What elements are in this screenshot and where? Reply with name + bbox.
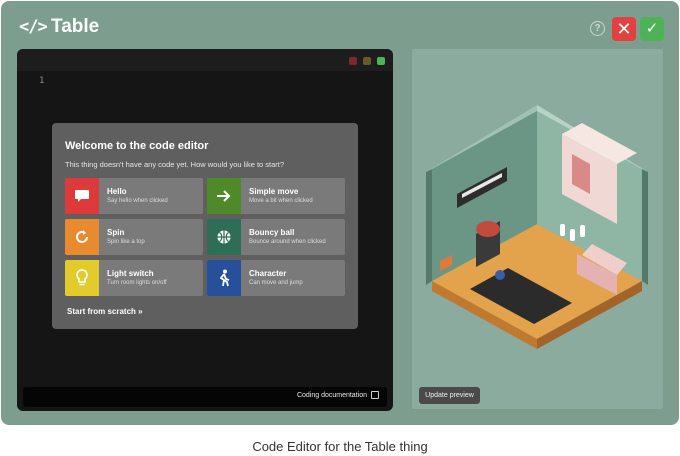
card-subtitle: Can move and jump [249,280,303,286]
lightbulb-icon [65,260,99,296]
toolbar-dot-red[interactable] [349,57,357,65]
template-card-bouncy-ball[interactable]: Bouncy ball Bounce around when clicked [207,219,345,255]
card-title: Bouncy ball [249,228,295,237]
card-subtitle: Turn room lights on/off [107,280,167,286]
editor-window: </> Table ? ✕ ✓ 1 Coding documentation W… [1,1,679,425]
basketball-icon [207,219,241,255]
line-number: 1 [39,76,45,86]
template-card-hello[interactable]: Hello Say hello when clicked [65,178,203,214]
speech-bubble-icon [65,178,99,214]
card-subtitle: Say hello when clicked [107,198,168,204]
template-card-light-switch[interactable]: Light switch Turn room lights on/off [65,260,203,296]
room-preview-image [426,105,648,349]
welcome-dialog: Welcome to the code editor This thing do… [52,123,358,329]
card-title: Simple move [249,187,299,196]
arrow-right-icon [207,178,241,214]
rotate-icon [65,219,99,255]
code-icon: </> [19,17,48,37]
card-title: Spin [107,228,125,237]
card-subtitle: Bounce around when clicked [249,239,326,245]
card-subtitle: Move a bit when clicked [249,198,313,204]
template-card-character[interactable]: Character Can move and jump [207,260,345,296]
card-title: Light switch [107,269,154,278]
editor-footer: Coding documentation [23,387,387,407]
card-subtitle: Spin like a top [107,239,145,245]
template-card-simple-move[interactable]: Simple move Move a bit when clicked [207,178,345,214]
template-card-spin[interactable]: Spin Spin like a top [65,219,203,255]
help-icon[interactable]: ? [590,21,605,36]
preview-panel[interactable]: Update preview [412,49,663,409]
dialog-subtitle: This thing doesn't have any code yet. Ho… [65,160,285,169]
start-from-scratch-link[interactable]: Start from scratch » [67,307,143,316]
update-preview-button[interactable]: Update preview [419,387,480,404]
toolbar-dot-yellow[interactable] [363,57,371,65]
figure-caption: Code Editor for the Table thing [252,439,428,454]
dialog-title: Welcome to the code editor [65,140,209,152]
external-link-icon[interactable] [371,391,379,399]
walking-person-icon [207,260,241,296]
window-title: Table [51,16,100,37]
close-button[interactable]: ✕ [612,17,636,41]
card-title: Character [249,269,287,278]
coding-documentation-link[interactable]: Coding documentation [297,392,367,399]
card-title: Hello [107,187,127,196]
confirm-button[interactable]: ✓ [640,17,664,41]
toolbar-dot-green[interactable] [377,57,385,65]
editor-toolbar [17,49,393,71]
